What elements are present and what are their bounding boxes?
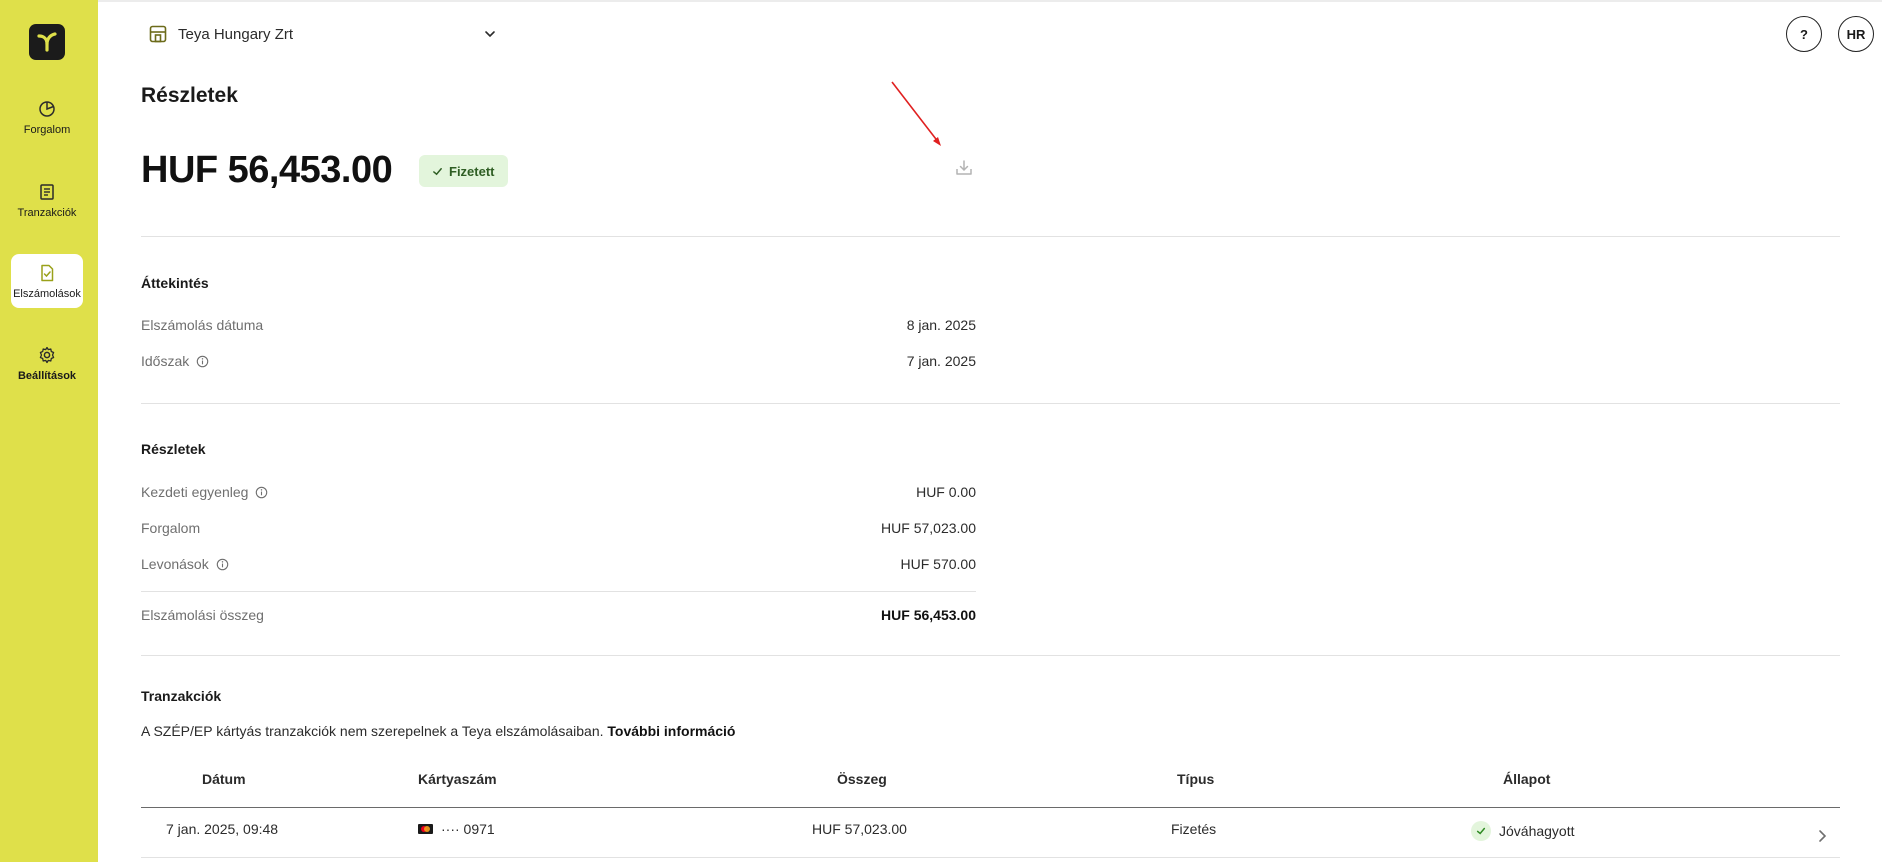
mastercard-icon xyxy=(418,824,433,834)
sidebar-item-forgalom[interactable]: Forgalom xyxy=(11,90,83,144)
sidebar: Forgalom Tranzakciók Elszámolások Beállí… xyxy=(0,0,98,862)
settlement-amount: HUF 56,453.00 xyxy=(141,149,393,191)
transactions-title: Tranzakciók xyxy=(141,688,222,704)
company-name: Teya Hungary Zrt xyxy=(178,25,294,43)
sidebar-item-beallitasok[interactable]: Beállítások xyxy=(11,336,83,390)
pie-chart-icon xyxy=(39,100,55,117)
info-icon[interactable] xyxy=(216,558,229,571)
top-border xyxy=(98,0,1882,2)
row-divider xyxy=(141,857,1840,858)
section-divider xyxy=(141,655,1840,656)
transaction-date: 7 jan. 2025, 09:48 xyxy=(166,821,279,837)
opening-balance-label: Kezdeti egyenleg xyxy=(141,484,268,500)
chevron-right-icon[interactable] xyxy=(1816,829,1828,843)
section-divider xyxy=(141,403,1840,404)
deductions-value: HUF 570.00 xyxy=(900,556,976,572)
overview-title: Áttekintés xyxy=(141,275,209,291)
more-info-link[interactable]: További információ xyxy=(607,723,735,739)
szep-card-notice: A SZÉP/EP kártyás tranzakciók nem szerep… xyxy=(141,723,736,739)
column-header-date[interactable]: Dátum xyxy=(202,771,246,787)
period-label: Időszak xyxy=(141,353,209,369)
settlement-date-label: Elszámolás dátuma xyxy=(141,317,264,333)
details-title: Részletek xyxy=(141,441,206,457)
table-header-divider xyxy=(141,807,1840,808)
deductions-label: Levonások xyxy=(141,556,229,572)
section-divider xyxy=(141,236,1840,237)
status-badge: Fizetett xyxy=(419,155,508,187)
transaction-type: Fizetés xyxy=(1171,821,1217,837)
settlement-total-label: Elszámolási összeg xyxy=(141,607,264,623)
column-header-status[interactable]: Állapot xyxy=(1503,771,1550,787)
column-header-card-number[interactable]: Kártyaszám xyxy=(418,771,497,787)
company-selector[interactable]: Teya Hungary Zrt xyxy=(148,22,498,46)
approved-check-icon xyxy=(1471,821,1491,841)
download-icon[interactable] xyxy=(955,159,973,177)
chevron-down-icon xyxy=(485,31,495,38)
store-icon xyxy=(149,25,167,43)
settlement-date-value: 8 jan. 2025 xyxy=(906,317,976,333)
sidebar-item-label: Beállítások xyxy=(17,369,77,382)
sidebar-item-label: Elszámolások xyxy=(13,287,81,300)
annotation-arrow xyxy=(891,81,941,146)
page-title: Részletek xyxy=(141,84,238,107)
transaction-amount: HUF 57,023.00 xyxy=(812,821,907,837)
status-label: Fizetett xyxy=(449,163,495,179)
sidebar-item-tranzakciok[interactable]: Tranzakciók xyxy=(11,173,83,227)
column-header-type[interactable]: Típus xyxy=(1177,771,1214,787)
sidebar-item-elszamolasok[interactable]: Elszámolások xyxy=(11,254,83,308)
transaction-card: ···· 0971 xyxy=(418,821,495,837)
info-icon[interactable] xyxy=(196,355,209,368)
turnover-value: HUF 57,023.00 xyxy=(881,520,976,536)
settlement-total-value: HUF 56,453.00 xyxy=(881,607,976,623)
period-value: 7 jan. 2025 xyxy=(906,353,976,369)
opening-balance-value: HUF 0.00 xyxy=(916,484,976,500)
turnover-label: Forgalom xyxy=(141,520,201,536)
avatar[interactable]: HR xyxy=(1838,16,1874,52)
teya-logo-icon[interactable] xyxy=(29,24,65,60)
check-icon xyxy=(433,167,442,175)
total-divider xyxy=(141,591,976,592)
document-check-icon xyxy=(41,264,54,281)
sidebar-item-label: Forgalom xyxy=(23,123,71,136)
gear-icon xyxy=(39,346,55,363)
help-button[interactable]: ? xyxy=(1786,16,1822,52)
info-icon[interactable] xyxy=(255,486,268,499)
sidebar-item-label: Tranzakciók xyxy=(17,206,77,219)
transaction-status: Jóváhagyott xyxy=(1471,821,1575,841)
column-header-amount[interactable]: Összeg xyxy=(837,771,887,787)
receipt-icon xyxy=(40,183,54,200)
